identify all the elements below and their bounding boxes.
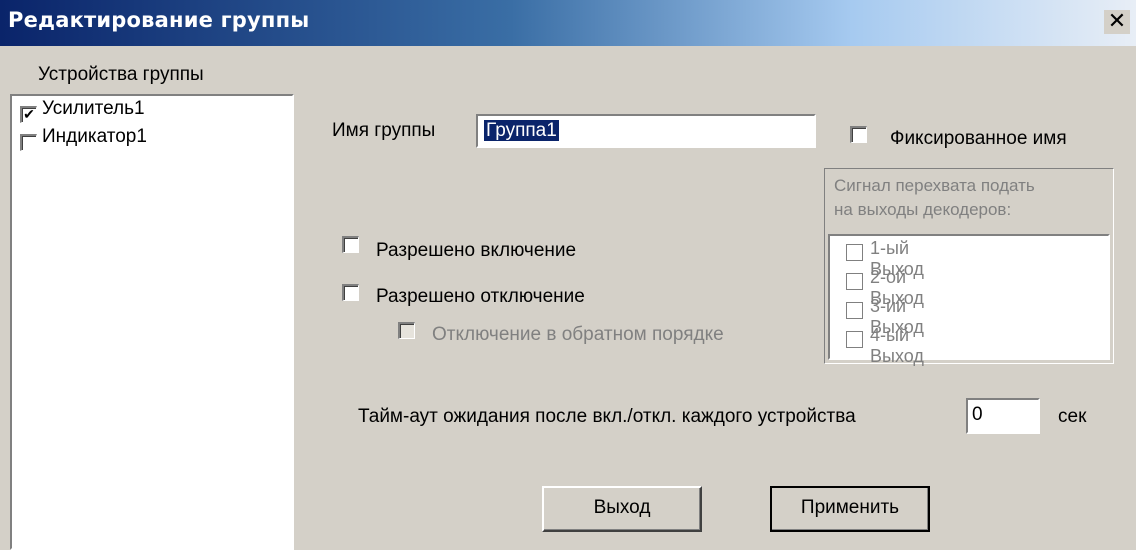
device-checkbox[interactable] bbox=[20, 134, 37, 151]
fixed-name-label: Фиксированное имя bbox=[890, 128, 1067, 149]
reverse-order-checkbox[interactable] bbox=[398, 322, 415, 339]
group-name-label: Имя группы bbox=[332, 120, 436, 141]
device-label: Индикатор1 bbox=[42, 126, 147, 147]
group-name-input[interactable]: Группа1 bbox=[476, 114, 816, 148]
intercept-caption-line2: на выходы декодеров: bbox=[834, 200, 1012, 219]
output-label: 4-ый Выход bbox=[870, 325, 924, 366]
group-name-value: Группа1 bbox=[484, 120, 559, 141]
device-checkbox[interactable]: ✔ bbox=[20, 106, 37, 123]
enable-on-label: Разрешено включение bbox=[376, 240, 577, 261]
enable-off-checkbox[interactable] bbox=[342, 284, 359, 301]
enable-off-label: Разрешено отключение bbox=[376, 286, 585, 307]
intercept-caption: Сигнал перехвата подать на выходы декоде… bbox=[834, 174, 1035, 222]
apply-button[interactable]: Применить bbox=[770, 486, 930, 532]
outputs-list[interactable]: 1-ый Выход 2-ой Выход 3-ий Выход 4-ый Вы… bbox=[828, 234, 1110, 366]
close-button[interactable]: ✕ bbox=[1104, 10, 1130, 34]
reverse-order-label: Отключение в обратном порядке bbox=[432, 324, 724, 345]
list-item[interactable]: ✔ Усилитель1 bbox=[16, 98, 286, 126]
timeout-unit: сек bbox=[1058, 406, 1087, 427]
intercept-caption-line1: Сигнал перехвата подать bbox=[834, 176, 1035, 195]
fixed-name-checkbox[interactable] bbox=[850, 126, 867, 143]
enable-on-checkbox[interactable] bbox=[342, 236, 359, 253]
timeout-input[interactable]: 0 bbox=[966, 398, 1040, 434]
device-label: Усилитель1 bbox=[42, 98, 145, 119]
window-title: Редактирование группы bbox=[8, 8, 310, 32]
devices-heading: Устройства группы bbox=[38, 64, 204, 85]
timeout-value: 0 bbox=[972, 404, 983, 425]
list-item[interactable]: Индикатор1 bbox=[16, 126, 286, 154]
output-checkbox[interactable] bbox=[846, 331, 863, 348]
exit-button[interactable]: Выход bbox=[542, 486, 702, 532]
output-checkbox[interactable] bbox=[846, 244, 863, 261]
timeout-label: Тайм-аут ожидания после вкл./откл. каждо… bbox=[358, 406, 856, 427]
output-checkbox[interactable] bbox=[846, 302, 863, 319]
close-icon: ✕ bbox=[1107, 9, 1127, 34]
output-checkbox[interactable] bbox=[846, 273, 863, 290]
devices-list[interactable]: ✔ Усилитель1 Индикатор1 bbox=[10, 94, 294, 550]
